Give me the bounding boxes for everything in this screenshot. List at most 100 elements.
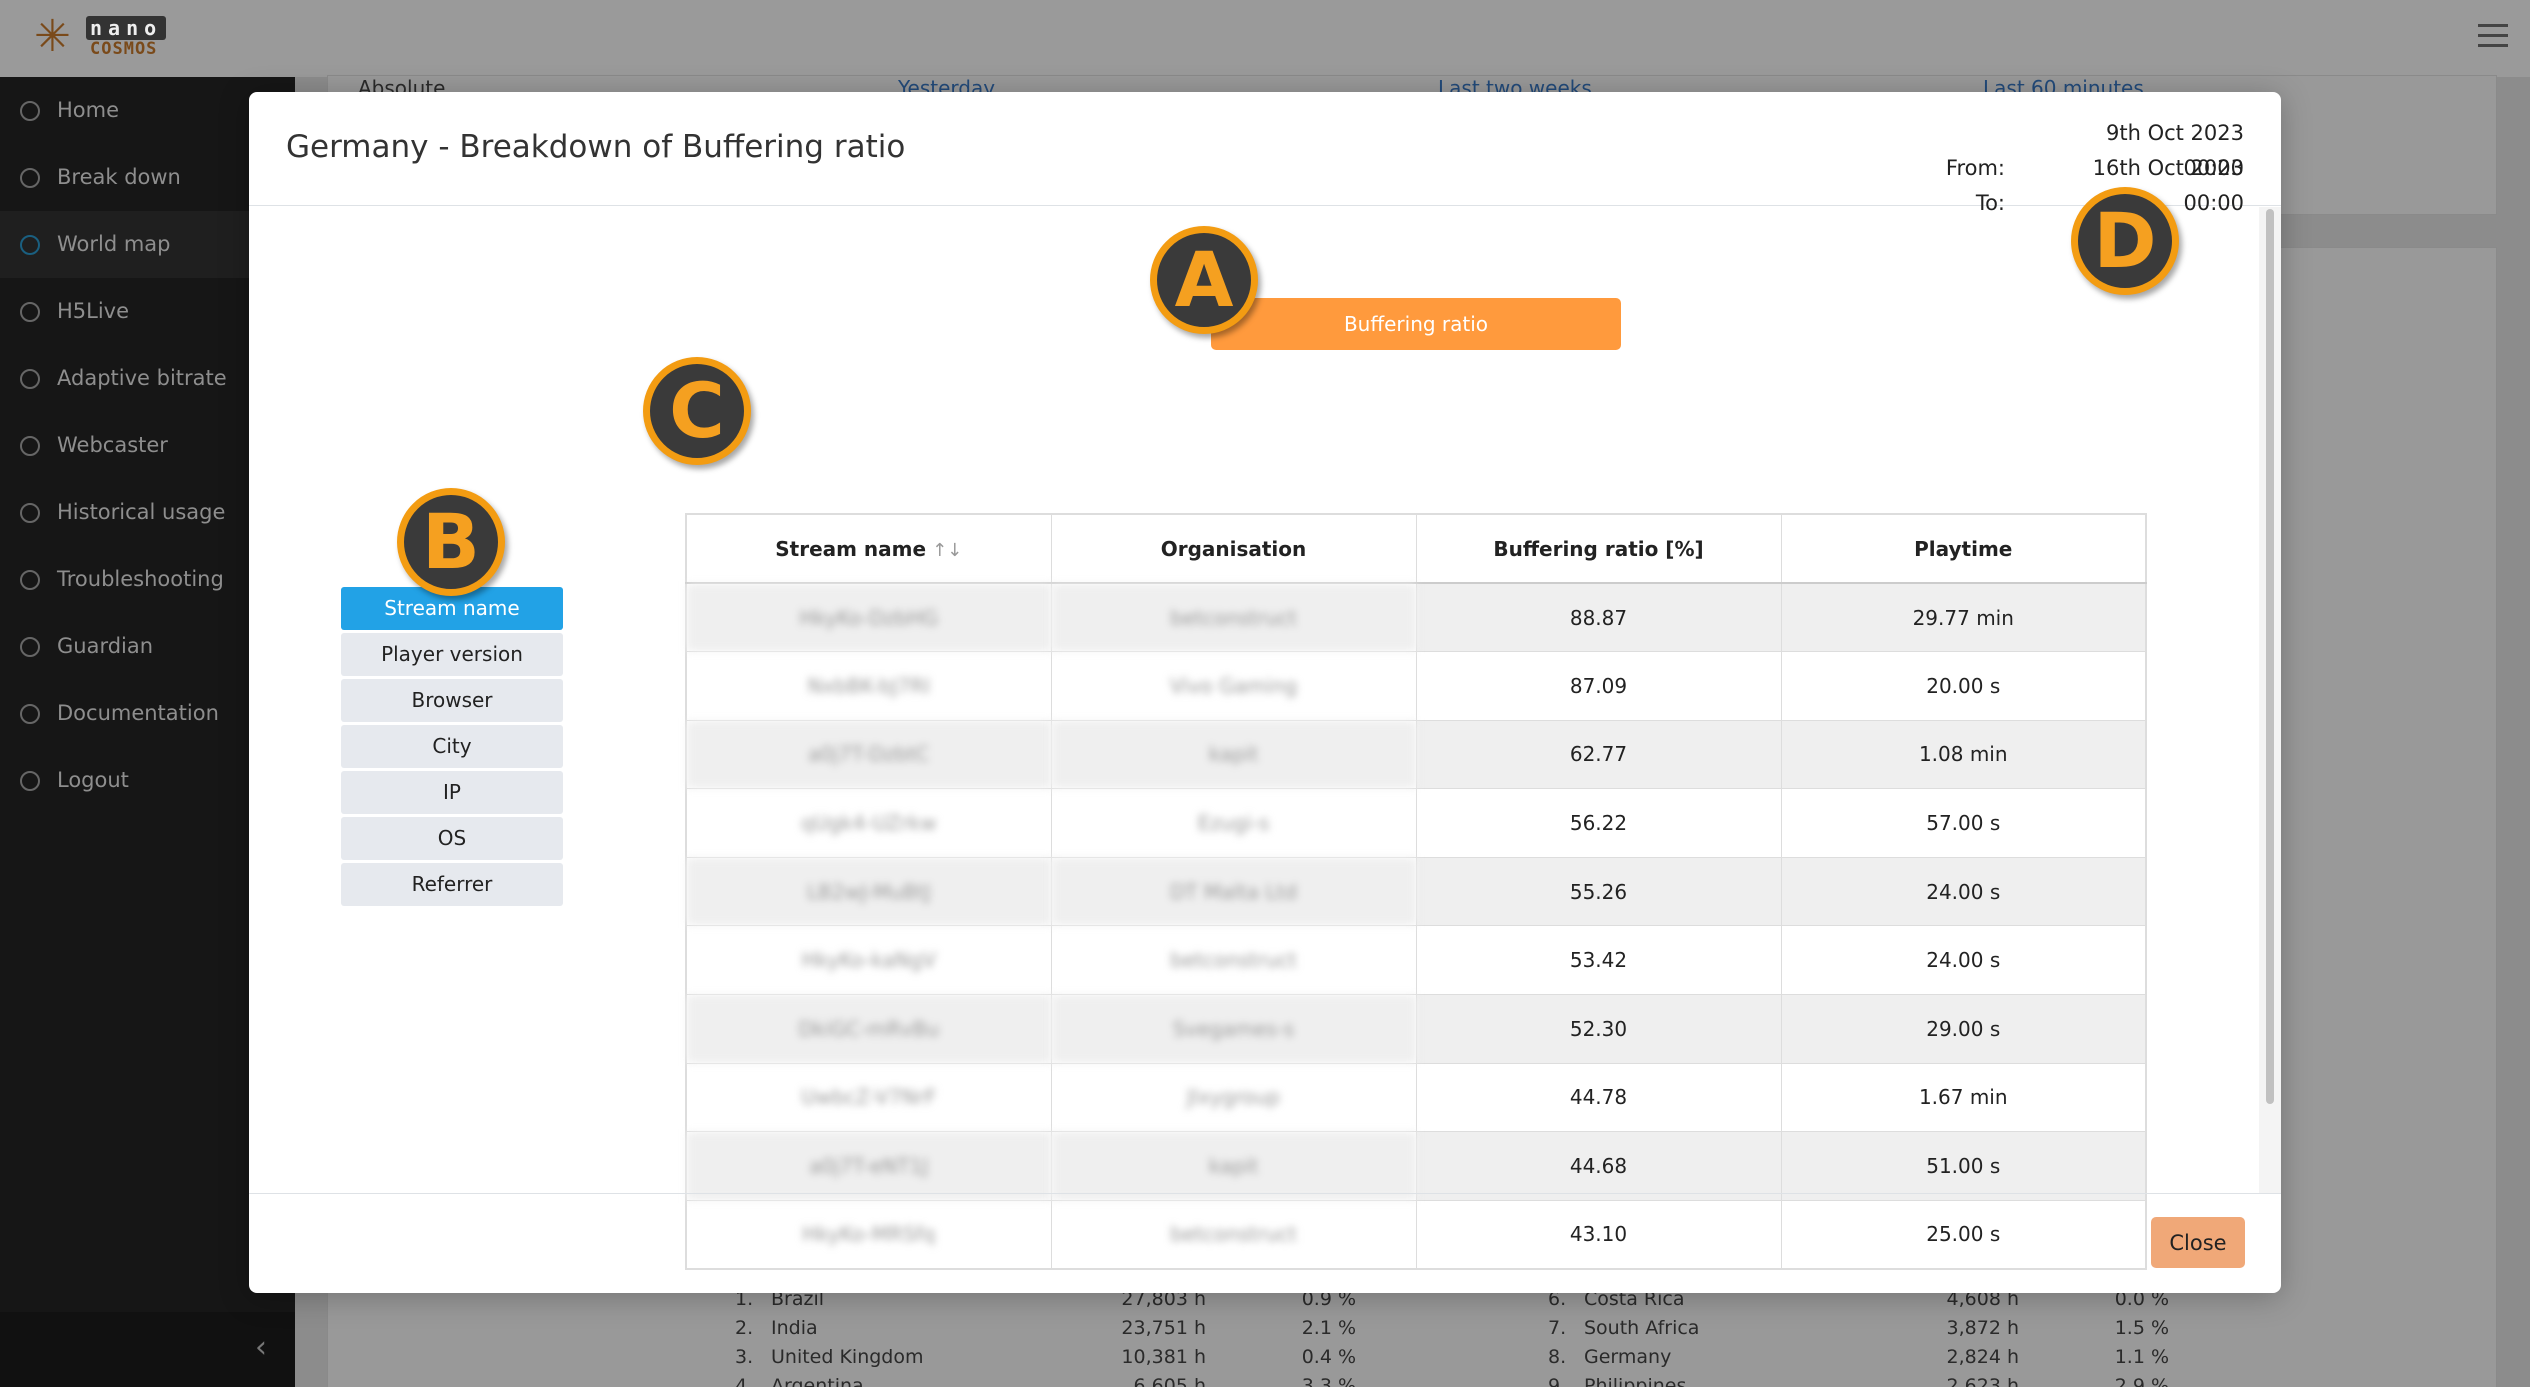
webcaster-icon [20,436,40,456]
table-row: UwbcZ-V7NrF Jlxygroup 44.78 1.67 min [685,1062,2147,1133]
stream-name-cell: DkiGC-mRvBu [685,994,1052,1064]
sidebar-item-label: Historical usage [57,500,226,524]
stream-name-cell: LB2wJ-MuBtJ [685,856,1052,927]
playtime-cell: 51.00 s [1780,1131,2147,1201]
clock-icon [20,503,40,523]
sidebar-item-label: Logout [57,768,129,792]
stream-name-cell: UwbcZ-V7NrF [685,1062,1052,1133]
scrollbar-thumb[interactable] [2266,209,2274,1104]
group-by-ip[interactable]: IP [341,771,563,814]
organisation-cell: kapit [1050,719,1417,790]
playtime-cell: 20.00 s [1780,651,2147,721]
sidebar-item-label: Break down [57,165,181,189]
table-row: a0j7T-DzbtC kapit 62.77 1.08 min [685,719,2147,790]
tools-icon [20,570,40,590]
organisation-cell: betconstruct [1050,582,1417,653]
breakdown-table: Stream name ↑↓ Organisation Buffering rat… [685,513,2147,1270]
group-by-menu: Stream name Player version Browser City … [341,587,563,909]
column-header-organisation: Organisation [1050,513,1417,584]
globe-icon [20,235,40,255]
sidebar-item-label: Adaptive bitrate [57,366,227,390]
ranking-left: 1. Brazil 27,803 h 0.9 % 2. India 23,751 h 2.1… [735,1285,1356,1387]
sidebar-item-label: Documentation [57,701,219,725]
playtime-cell: 24.00 s [1780,856,2147,927]
ranking-row: 9. Philippines 2,623 h 2.9 % [1548,1375,2169,1387]
sidebar-item-label: Guardian [57,634,154,658]
modal-body: Buffering ratio Stream name Player versi… [249,207,2281,1270]
column-header-buffering-ratio: Buffering ratio [%] [1415,513,1782,584]
buffering-ratio-cell: 88.87 [1415,582,1782,653]
table-row: DkiGC-mRvBu Svegames-s 52.30 29.00 s [685,994,2147,1064]
table-header-row: Stream name ↑↓ Organisation Buffering rat… [685,513,2147,584]
ranking-row: 7. South Africa 3,872 h 1.5 % [1548,1317,2169,1339]
playtime-cell: 1.67 min [1780,1062,2147,1133]
hamburger-menu-icon[interactable] [2478,24,2508,50]
sidebar-item-label: H5Live [57,299,130,323]
organisation-cell: Svegames-s [1050,994,1417,1064]
sidebar-item-label: Troubleshooting [57,567,224,591]
stream-name-cell: HkyKo-kaNgV [685,925,1052,996]
annotation-badge-b: B [397,488,505,596]
group-by-player-version[interactable]: Player version [341,633,563,676]
stream-name-cell: a0j7T-DzbtC [685,719,1052,790]
document-icon [20,704,40,724]
table-row: HkyKo-DzbHG betconstruct 88.87 29.77 min [685,582,2147,653]
organisation-cell: DT Malta Ltd [1050,856,1417,927]
group-by-city[interactable]: City [341,725,563,768]
playtime-cell: 29.77 min [1780,582,2147,653]
buffering-ratio-cell: 44.68 [1415,1131,1782,1201]
table-row: NxbBK-bJ7RI Vivo Gaming 87.09 20.00 s [685,651,2147,721]
sidebar-item-label: Home [57,98,120,122]
playtime-cell: 29.00 s [1780,994,2147,1064]
metric-selector-button[interactable]: Buffering ratio [1211,298,1621,350]
ranking-row: 8. Germany 2,824 h 1.1 % [1548,1346,2169,1368]
stream-name-cell: HkyKo-DzbHG [685,582,1052,653]
organisation-cell: betconstruct [1050,925,1417,996]
buffering-ratio-cell: 44.78 [1415,1062,1782,1133]
date-range: From:9th Oct 2023 00:00 To:16th Oct 2023… [1933,116,2244,215]
ranking-right: 6. Costa Rica 4,608 h 0.0 % 7. South Africa 3… [1548,1285,2169,1387]
buffering-ratio-cell: 52.30 [1415,994,1782,1064]
column-header-stream-name[interactable]: Stream name ↑↓ [685,513,1052,584]
modal-header: Germany - Breakdown of Buffering ratio F… [249,92,2281,215]
chevron-left-icon: ‹ [255,1330,267,1365]
modal-scrollbar[interactable] [2259,207,2281,1193]
h5live-icon [20,302,40,322]
buffering-ratio-cell: 53.42 [1415,925,1782,996]
organisation-cell: Vivo Gaming [1050,651,1417,721]
logout-icon [20,771,40,791]
guardian-icon [20,637,40,657]
logo-text-bottom: COSMOS [90,39,158,59]
logo-text-top: nano [86,16,167,40]
sidebar-item-label: World map [57,232,171,256]
ranking-row: 4. Argentina 6,605 h 3.3 % [735,1375,1356,1387]
logo-star-icon: ✳ [34,11,71,62]
close-button[interactable]: Close [2151,1217,2245,1268]
column-header-playtime: Playtime [1780,513,2147,584]
group-by-referrer[interactable]: Referrer [341,863,563,906]
organisation-cell: Jlxygroup [1050,1062,1417,1133]
annotation-badge-c: C [643,357,751,465]
table-row: qUgk4-UZrkw Ezugi-s 56.22 57.00 s [685,788,2147,858]
group-by-browser[interactable]: Browser [341,679,563,722]
sidebar-collapse-button[interactable]: ‹ [0,1312,295,1387]
buffering-ratio-cell: 87.09 [1415,651,1782,721]
nanocosmos-logo[interactable]: ✳ nano COSMOS [34,14,194,60]
ranking-row: 2. India 23,751 h 2.1 % [735,1317,1356,1339]
home-icon [20,101,40,121]
sort-icon[interactable]: ↑↓ [932,540,962,561]
playtime-cell: 57.00 s [1780,788,2147,858]
table-row: LB2wJ-MuBtJ DT Malta Ltd 55.26 24.00 s [685,856,2147,927]
breakdown-modal: Germany - Breakdown of Buffering ratio F… [249,92,2281,1293]
group-by-os[interactable]: OS [341,817,563,860]
buffering-ratio-cell: 62.77 [1415,719,1782,790]
sidebar-item-label: Webcaster [57,433,168,457]
buffering-ratio-cell: 55.26 [1415,856,1782,927]
playtime-cell: 1.08 min [1780,719,2147,790]
top-bar: ✳ nano COSMOS [0,0,2530,77]
stream-name-cell: qUgk4-UZrkw [685,788,1052,858]
annotation-badge-a: A [1150,226,1258,334]
buffering-ratio-cell: 56.22 [1415,788,1782,858]
ranking-row: 3. United Kingdom 10,381 h 0.4 % [735,1346,1356,1368]
modal-footer: Close [249,1193,2281,1293]
